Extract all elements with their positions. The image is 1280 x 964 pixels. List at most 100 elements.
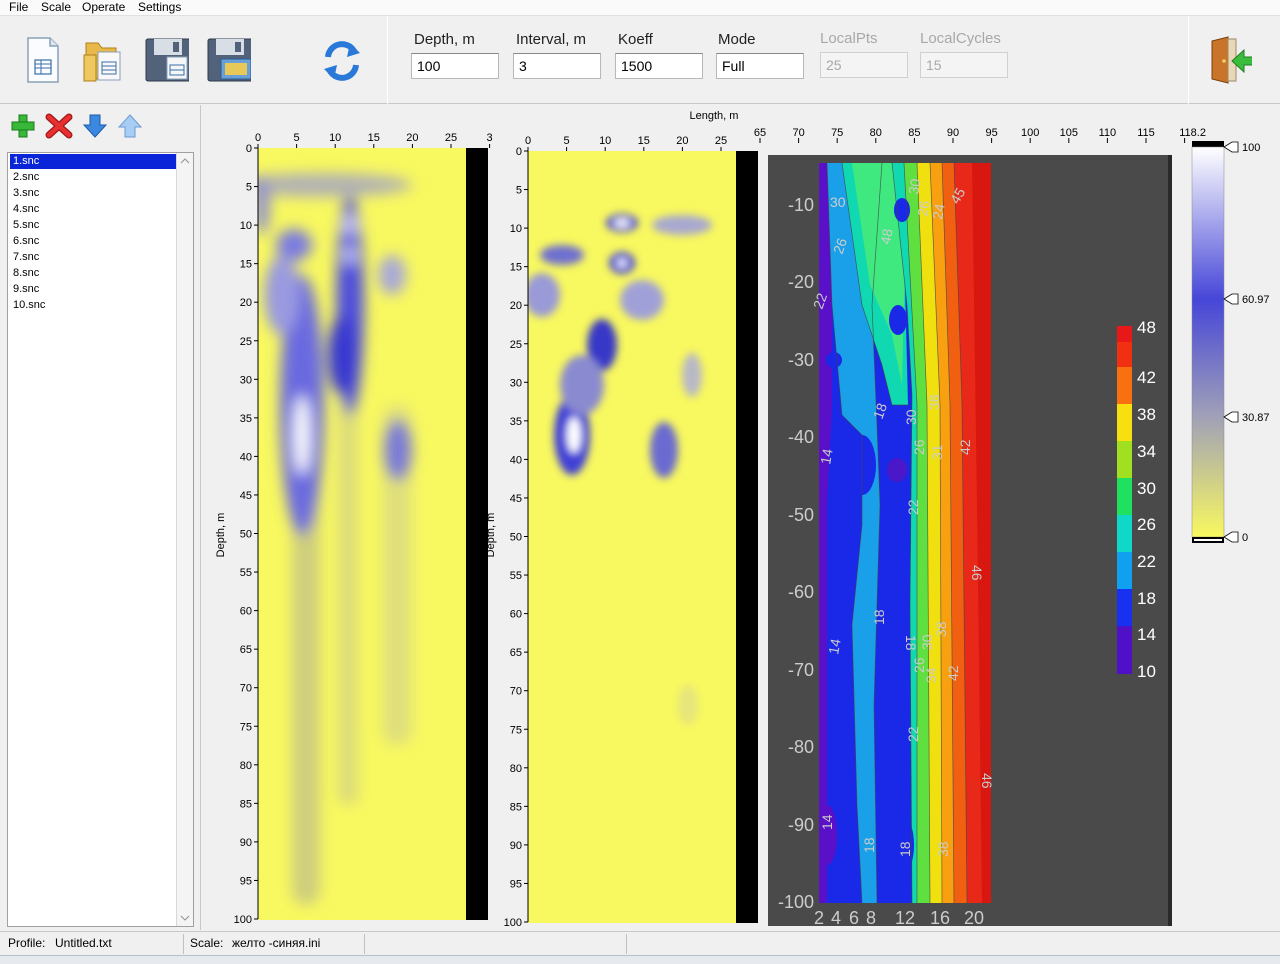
velocity-section-2	[528, 151, 758, 923]
interval-input[interactable]: 3	[513, 53, 601, 79]
move-up-icon[interactable]	[117, 113, 143, 139]
contour-x-tick: 8	[866, 908, 876, 928]
koeff-input[interactable]: 1500	[615, 53, 703, 79]
length-tick-label: 80	[870, 127, 882, 139]
move-down-icon[interactable]	[82, 113, 108, 139]
scroll-down-icon[interactable]	[180, 913, 190, 923]
save-icon	[145, 38, 189, 82]
menu-operate[interactable]: Operate	[80, 0, 127, 16]
x-tick-label: 0	[255, 132, 261, 144]
depth-tick-label: 15	[510, 262, 522, 274]
scroll-up-icon[interactable]	[180, 156, 190, 166]
scale-tick-label: 0	[1242, 532, 1248, 544]
depth-tick-label: 25	[240, 336, 252, 348]
new-document-button[interactable]	[20, 34, 64, 86]
delete-icon[interactable]	[45, 113, 73, 139]
list-item[interactable]: 3.snc	[10, 186, 178, 201]
list-item[interactable]: 8.snc	[10, 266, 178, 281]
colorbar-label: 38	[1137, 405, 1156, 424]
list-item[interactable]: 2.snc	[10, 170, 178, 185]
depth-tick-label: 75	[510, 724, 522, 736]
colorbar-label: 26	[1137, 515, 1156, 534]
contour-label: 22	[905, 499, 921, 515]
contour-label: 30	[905, 177, 923, 195]
contour-y-tick: -10	[788, 195, 814, 215]
velocity-section-1	[258, 148, 488, 920]
mode-input[interactable]: Full	[716, 53, 804, 79]
length-tick-label: 118.2	[1179, 127, 1206, 139]
interval-label: Interval, m	[516, 31, 587, 48]
contour-y-tick: -20	[788, 272, 814, 292]
list-item[interactable]: 1.snc	[10, 154, 178, 169]
depth-label: Depth, m	[414, 31, 475, 48]
depth-tick-label: 65	[240, 644, 252, 656]
x-tick-label: 0	[525, 135, 531, 147]
file-list[interactable]: 1.snc 2.snc 3.snc 4.snc 5.snc 6.snc 7.sn…	[7, 152, 194, 927]
list-item[interactable]: 5.snc	[10, 218, 178, 233]
colorbar-label: 42	[1137, 368, 1156, 387]
list-item[interactable]: 10.snc	[10, 298, 178, 313]
length-axis-label: Length, m	[690, 110, 739, 122]
contour-x-tick: 4	[831, 908, 841, 928]
scale-tick-label: 100	[1242, 142, 1260, 154]
localpts-input[interactable]: 25	[820, 52, 908, 78]
depth-tick-label: 75	[240, 721, 252, 733]
colorbar-label: 14	[1137, 625, 1156, 644]
depth-tick-label: 95	[240, 875, 252, 887]
depth-tick-label: 20	[240, 297, 252, 309]
profile-value: Untitled.txt	[55, 936, 112, 950]
depth-tick-label: 85	[240, 798, 252, 810]
depth-input[interactable]: 100	[411, 53, 499, 79]
x-tick-label: 25	[715, 135, 727, 147]
length-tick-label: 70	[792, 127, 804, 139]
list-item[interactable]: 9.snc	[10, 282, 178, 297]
contour-label: 48	[877, 227, 895, 245]
colorbar-label: 10	[1137, 662, 1156, 681]
menu-settings[interactable]: Settings	[136, 0, 183, 16]
length-tick-label: 100	[1021, 127, 1039, 139]
toolbar-separator	[1188, 16, 1189, 104]
file-panel: 1.snc 2.snc 3.snc 4.snc 5.snc 6.snc 7.sn…	[0, 105, 201, 930]
contour-y-tick: -50	[788, 505, 814, 525]
list-item[interactable]: 4.snc	[10, 202, 178, 217]
menu-file[interactable]: File	[7, 0, 30, 16]
open-folder-button[interactable]	[82, 34, 126, 86]
scale-tick-label: 60.97	[1242, 294, 1270, 306]
refresh-icon	[324, 41, 360, 81]
depth-tick-label: 80	[240, 760, 252, 772]
contour-label: 24	[929, 202, 947, 220]
toolbar: Depth, m 100 Interval, m 3 Koeff 1500 Mo…	[0, 16, 1280, 104]
x-tick-label: 10	[329, 132, 341, 144]
contour-y-tick: -70	[788, 660, 814, 680]
contour-label: 18	[861, 837, 877, 853]
depth-tick-label: 50	[510, 532, 522, 544]
x-tick-label: 25	[445, 132, 457, 144]
depth-tick-label: 95	[510, 878, 522, 890]
contour-label: 14	[817, 447, 835, 465]
colorbar-label: 30	[1137, 479, 1156, 498]
x-tick-label: 10	[599, 135, 611, 147]
add-icon[interactable]	[10, 113, 36, 139]
list-item[interactable]: 6.snc	[10, 234, 178, 249]
depth-tick-label: 30	[510, 377, 522, 389]
contour-y-tick: -80	[788, 737, 814, 757]
depth-tick-label: 15	[240, 259, 252, 271]
plot-area: 30 26 22 48 30 26 24 45 14 18 38 30 26 3…	[202, 105, 1280, 931]
localcycles-input[interactable]: 15	[920, 52, 1008, 78]
length-tick-label: 115	[1137, 127, 1155, 139]
list-item[interactable]: 7.snc	[10, 250, 178, 265]
contour-label: 30	[830, 194, 846, 210]
colorbar-label: 34	[1137, 442, 1156, 461]
refresh-button[interactable]	[320, 34, 364, 86]
menu-scale[interactable]: Scale	[39, 0, 73, 16]
contour-label: 18	[897, 841, 913, 857]
exit-button[interactable]	[1208, 34, 1252, 86]
save-button[interactable]	[145, 34, 189, 86]
depth-tick-label: 90	[240, 837, 252, 849]
depth-tick-label: 60	[240, 606, 252, 618]
depth-tick-label: 45	[240, 490, 252, 502]
section-2-blank-strip	[736, 151, 758, 923]
save-as-button[interactable]	[207, 34, 251, 86]
list-scrollbar[interactable]	[176, 153, 193, 926]
length-tick-label: 105	[1060, 127, 1078, 139]
